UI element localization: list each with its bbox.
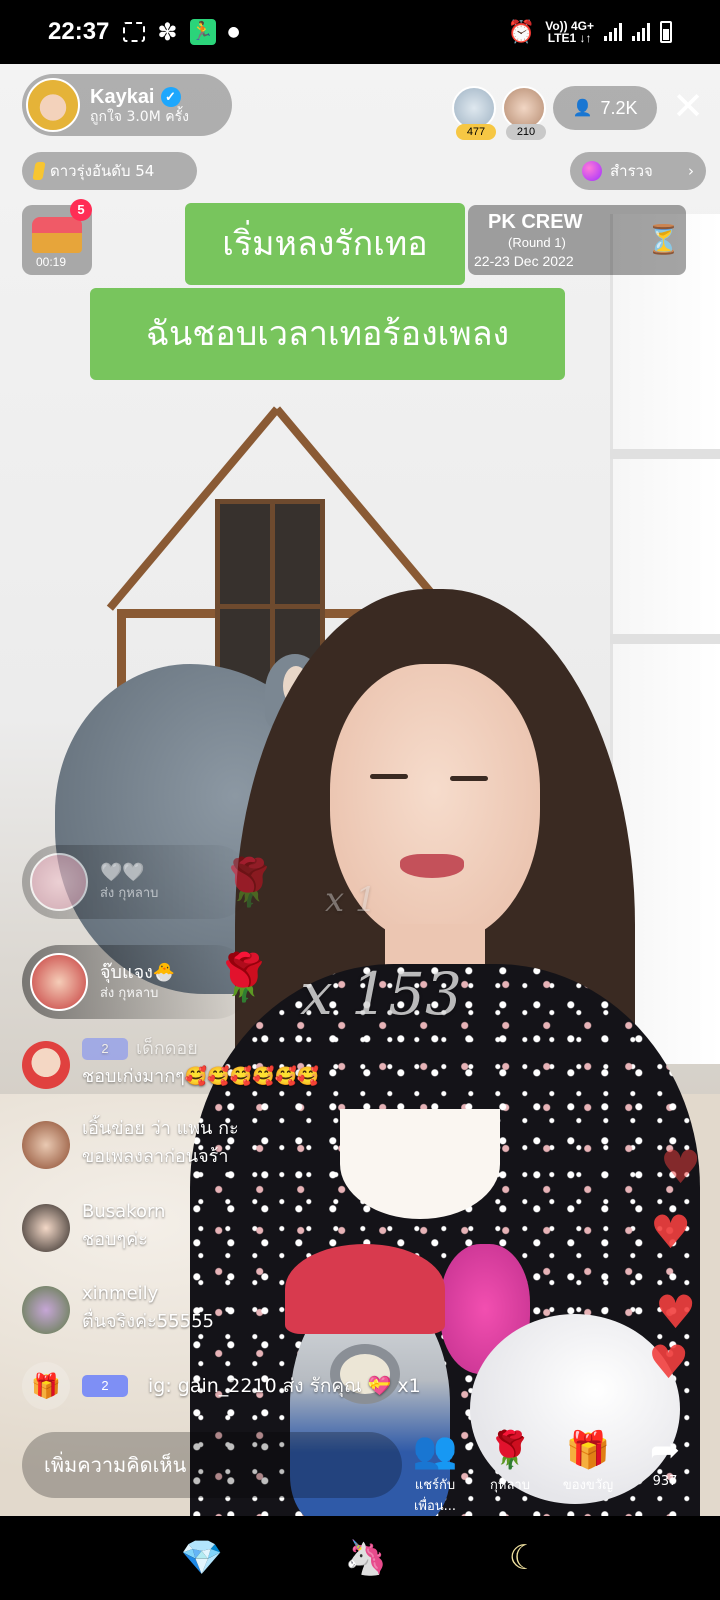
viewer-count[interactable]: 👤 7.2K [553, 86, 657, 130]
chevron-right-icon: › [688, 162, 694, 180]
comment-avatar[interactable] [22, 1286, 70, 1334]
gift-notification: 🎁 2 ig: gain_2210 ส่ง รักคุณ 💝 x1 [22, 1362, 421, 1410]
comment-item[interactable]: Busakorn ชอบๆค่ะ [22, 1198, 165, 1254]
gift-banner: 🤍🤍 ส่ง กุหลาบ [22, 845, 252, 919]
fitness-icon: 🏃 [189, 19, 216, 45]
treasure-chest[interactable]: 5 00:19 [22, 199, 92, 275]
rank-badge[interactable]: ดาวรุ่งอันดับ 54 [22, 152, 197, 190]
close-icon[interactable]: ✕ [668, 87, 708, 128]
gift-box-icon[interactable]: 🎁 [22, 1362, 70, 1410]
notification-dot-icon: ● [227, 24, 240, 40]
gift-action: ส่ง กุหลาบ [100, 986, 159, 1002]
comment-username: xinmeily [82, 1283, 159, 1304]
share-button[interactable]: ➦ 937 [625, 1430, 705, 1489]
navigation-bar: 💎 🦄 ☾ [0, 1516, 720, 1600]
verified-icon: ✓ [160, 86, 181, 107]
comment-text: ชอบๆค่ะ [82, 1228, 148, 1250]
rank-diamond-icon [32, 162, 46, 180]
flower-icon: ✽ [157, 18, 178, 46]
pk-dates: 22-23 Dec 2022 [474, 253, 574, 269]
hourglass-icon: ⏳ [646, 223, 681, 256]
battery-icon [660, 21, 672, 43]
heart-icon: ♥ [650, 1205, 692, 1259]
pk-title: PK CREW [488, 211, 583, 233]
gift-button[interactable]: 🎁 ของขวัญ [548, 1430, 628, 1495]
host-name: Kaykai [90, 85, 155, 108]
host-likes: ถูกใจ 3.0M ครั้ง [90, 108, 189, 125]
top-viewer-avatar[interactable]: 210 [502, 86, 546, 140]
rose-gift-icon: 🌹 [220, 855, 278, 909]
gift-multiplier: x 1 [325, 880, 377, 920]
share-users-icon: 👥 [412, 1430, 458, 1471]
comment-avatar[interactable] [22, 1041, 70, 1089]
heart-icon: ♥ [655, 1285, 697, 1339]
caption-line-1: เริ่มหลงรักเทอ [185, 203, 465, 285]
rose-button[interactable]: 🌹 กุหลาบ [470, 1430, 550, 1495]
gift-notification-text: ig: gain_2210 ส่ง รักคุณ 💝 x1 [148, 1375, 421, 1397]
treasure-timer: 00:19 [36, 255, 67, 269]
treasure-chest-icon [32, 217, 82, 253]
comment-text: ชอบเก่งมากๆ🥰🥰🥰🥰🥰🥰 [82, 1065, 320, 1087]
diamond-icon[interactable]: 💎 [181, 1538, 223, 1578]
explore-button[interactable]: สำรวจ › [570, 152, 706, 190]
heart-icon: ♥ [648, 1335, 690, 1389]
streamer-eye [370, 774, 408, 779]
streamer-mouth [400, 854, 464, 878]
person-icon: 👤 [572, 100, 593, 117]
minion-hat [285, 1244, 445, 1334]
caption-line-2: ฉันชอบเวลาเทอร้องเพลง [90, 288, 565, 380]
rose-gift-icon: 🌹 [215, 950, 273, 1004]
comment-input[interactable]: เพิ่มความคิดเห็น [22, 1432, 402, 1498]
pk-crew-banner[interactable]: PK CREW (Round 1) 22-23 Dec 2022 ⏳ [468, 205, 686, 275]
gift-icon: 🎁 [565, 1430, 611, 1471]
signal-2-icon [632, 23, 650, 41]
explore-orb-icon [582, 161, 602, 181]
host-info[interactable]: Kaykai ✓ ถูกใจ 3.0M ครั้ง [22, 74, 232, 136]
level-badge: 2 [82, 1375, 128, 1397]
comment-text: ตื่นจริงค่ะ55555 [82, 1310, 214, 1332]
gift-sender-name: จุ๊บแจง🐣 [100, 962, 176, 984]
shelf [610, 634, 720, 644]
share-users-button[interactable]: 👥 แชร์กับเพื่อน... [395, 1430, 475, 1516]
streamer-top [340, 1109, 500, 1219]
unicorn-icon[interactable]: 🦄 [345, 1538, 387, 1578]
comment-item[interactable]: เอิ้นข่อย ว่า แพน กะ ขอเพลงลาก่อนจร้า [22, 1115, 239, 1171]
comment-username: เด็กดอย [136, 1038, 198, 1059]
status-bar: 22:37 ✽ 🏃 ● ⏰ Vo)) 4G+ LTE1 ↓↑ [0, 0, 720, 64]
signal-icon [604, 23, 622, 41]
comment-avatar[interactable] [22, 1121, 70, 1169]
top-viewer-avatar[interactable]: 477 [452, 86, 496, 140]
gift-multiplier: x 153 [300, 960, 462, 1028]
treasure-badge: 5 [70, 199, 92, 221]
level-badge: 2 [82, 1038, 128, 1060]
status-left-icons: ✽ 🏃 ● [123, 18, 240, 46]
pk-round: (Round 1) [508, 235, 566, 250]
alarm-icon: ⏰ [507, 19, 536, 45]
comment-item[interactable]: 2 เด็กดอย ชอบเก่งมากๆ🥰🥰🥰🥰🥰🥰 [22, 1035, 319, 1091]
network-indicator: Vo)) 4G+ LTE1 ↓↑ [545, 19, 594, 45]
gift-sender-avatar [30, 853, 88, 911]
share-arrow-icon: ➦ [649, 1430, 681, 1471]
gift-sender-avatar [30, 953, 88, 1011]
comment-item[interactable]: xinmeily ตื่นจริงค่ะ55555 [22, 1280, 214, 1336]
status-time: 22:37 [48, 18, 110, 45]
streamer-eye [450, 776, 488, 781]
screenshot-icon [123, 22, 146, 42]
comment-text: ขอเพลงลาก่อนจร้า [82, 1145, 229, 1167]
comment-username: Busakorn [82, 1201, 166, 1222]
comment-avatar[interactable] [22, 1204, 70, 1252]
status-right-icons: ⏰ Vo)) 4G+ LTE1 ↓↑ [508, 20, 672, 45]
shelf [610, 449, 720, 459]
heart-icon: ♥ [660, 1140, 702, 1194]
rose-icon: 🌹 [487, 1430, 533, 1471]
moon-icon[interactable]: ☾ [509, 1538, 539, 1578]
comment-username: เอิ้นข่อย ว่า แพน กะ [82, 1118, 239, 1139]
top-viewers[interactable]: 477 210 [452, 86, 546, 140]
host-avatar[interactable] [26, 78, 80, 132]
